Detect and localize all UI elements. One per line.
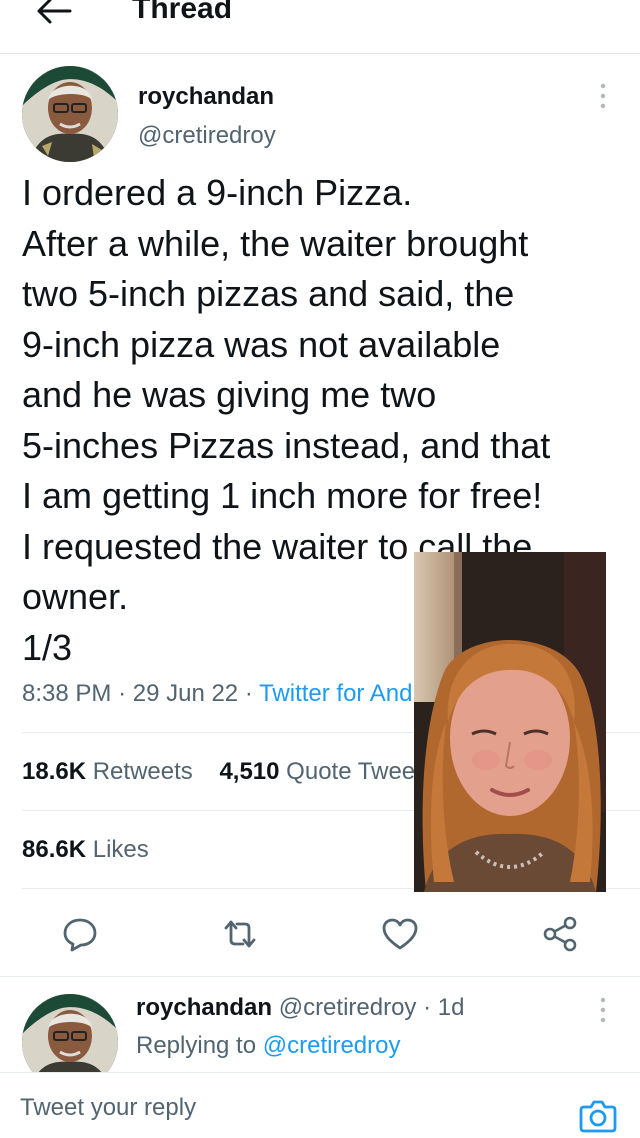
tweet-line: 5-inches Pizzas instead, and that bbox=[22, 424, 551, 466]
tweet-line: and he was giving me two bbox=[22, 374, 437, 415]
like-icon[interactable] bbox=[380, 914, 420, 954]
reply-author-name[interactable]: roychandan bbox=[136, 994, 272, 1021]
share-icon[interactable] bbox=[540, 914, 580, 954]
author-handle[interactable]: @cretiredroy bbox=[138, 122, 276, 150]
likes-stats[interactable]: 86.6K Likes bbox=[22, 836, 149, 864]
retweet-stats[interactable]: 18.6K Retweets 4,510 Quote Tweets bbox=[22, 758, 434, 786]
tweet-line: I ordered a 9-inch Pizza. bbox=[22, 172, 413, 213]
thread-screen: Thread roychandan @cretiredroy I ordered… bbox=[0, 0, 640, 1138]
page-title: Thread bbox=[132, 0, 233, 25]
meta-separator: · bbox=[423, 994, 432, 1021]
likes-label: Likes bbox=[92, 836, 149, 863]
quotes-count: 4,510 bbox=[219, 758, 280, 785]
tweet-line: 9-inch pizza was not available bbox=[22, 323, 501, 365]
likes-count: 86.6K bbox=[22, 836, 87, 863]
tweet-line: two 5-inch pizzas and said, the bbox=[22, 273, 515, 314]
video-overlay[interactable] bbox=[414, 552, 606, 892]
avatar-image bbox=[22, 66, 118, 162]
tweet-time: 8:38 PM bbox=[22, 680, 112, 707]
reply-input[interactable] bbox=[20, 1091, 540, 1125]
author-name[interactable]: roychandan bbox=[138, 83, 274, 111]
video-frame bbox=[414, 552, 606, 892]
replying-to: Replying to @cretiredroy bbox=[136, 1032, 400, 1060]
reply-age: 1d bbox=[437, 994, 465, 1021]
divider bbox=[0, 976, 640, 977]
retweet-icon[interactable] bbox=[220, 914, 260, 954]
retweets-count: 18.6K bbox=[22, 758, 87, 785]
more-options-icon[interactable] bbox=[596, 994, 610, 1026]
tweet-timestamp: 8:38 PM · 29 Jun 22 · Twitter for Androi… bbox=[22, 680, 452, 708]
top-bar: Thread bbox=[0, 0, 640, 54]
reply-header: roychandan @cretiredroy · 1d bbox=[136, 994, 464, 1022]
quotes-label: Quote Tweets bbox=[286, 758, 434, 785]
author-avatar[interactable] bbox=[22, 66, 118, 162]
more-options-icon[interactable] bbox=[596, 80, 610, 112]
reply-composer bbox=[0, 1072, 640, 1138]
tweet-line: I am getting 1 inch more for free! bbox=[22, 475, 543, 516]
meta-separator: · bbox=[118, 680, 127, 707]
tweet-line: After a while, the waiter brought bbox=[22, 222, 529, 264]
camera-icon[interactable] bbox=[578, 1097, 618, 1135]
replying-to-handle[interactable]: @cretiredroy bbox=[263, 1032, 401, 1059]
back-arrow-icon[interactable] bbox=[34, 0, 74, 26]
meta-separator: · bbox=[244, 680, 253, 707]
replying-prefix: Replying to bbox=[136, 1032, 257, 1059]
reply-author-handle[interactable]: @cretiredroy bbox=[279, 994, 417, 1021]
tweet-date: 29 Jun 22 bbox=[132, 680, 239, 707]
retweets-label: Retweets bbox=[92, 758, 193, 785]
reply-icon[interactable] bbox=[60, 914, 100, 954]
